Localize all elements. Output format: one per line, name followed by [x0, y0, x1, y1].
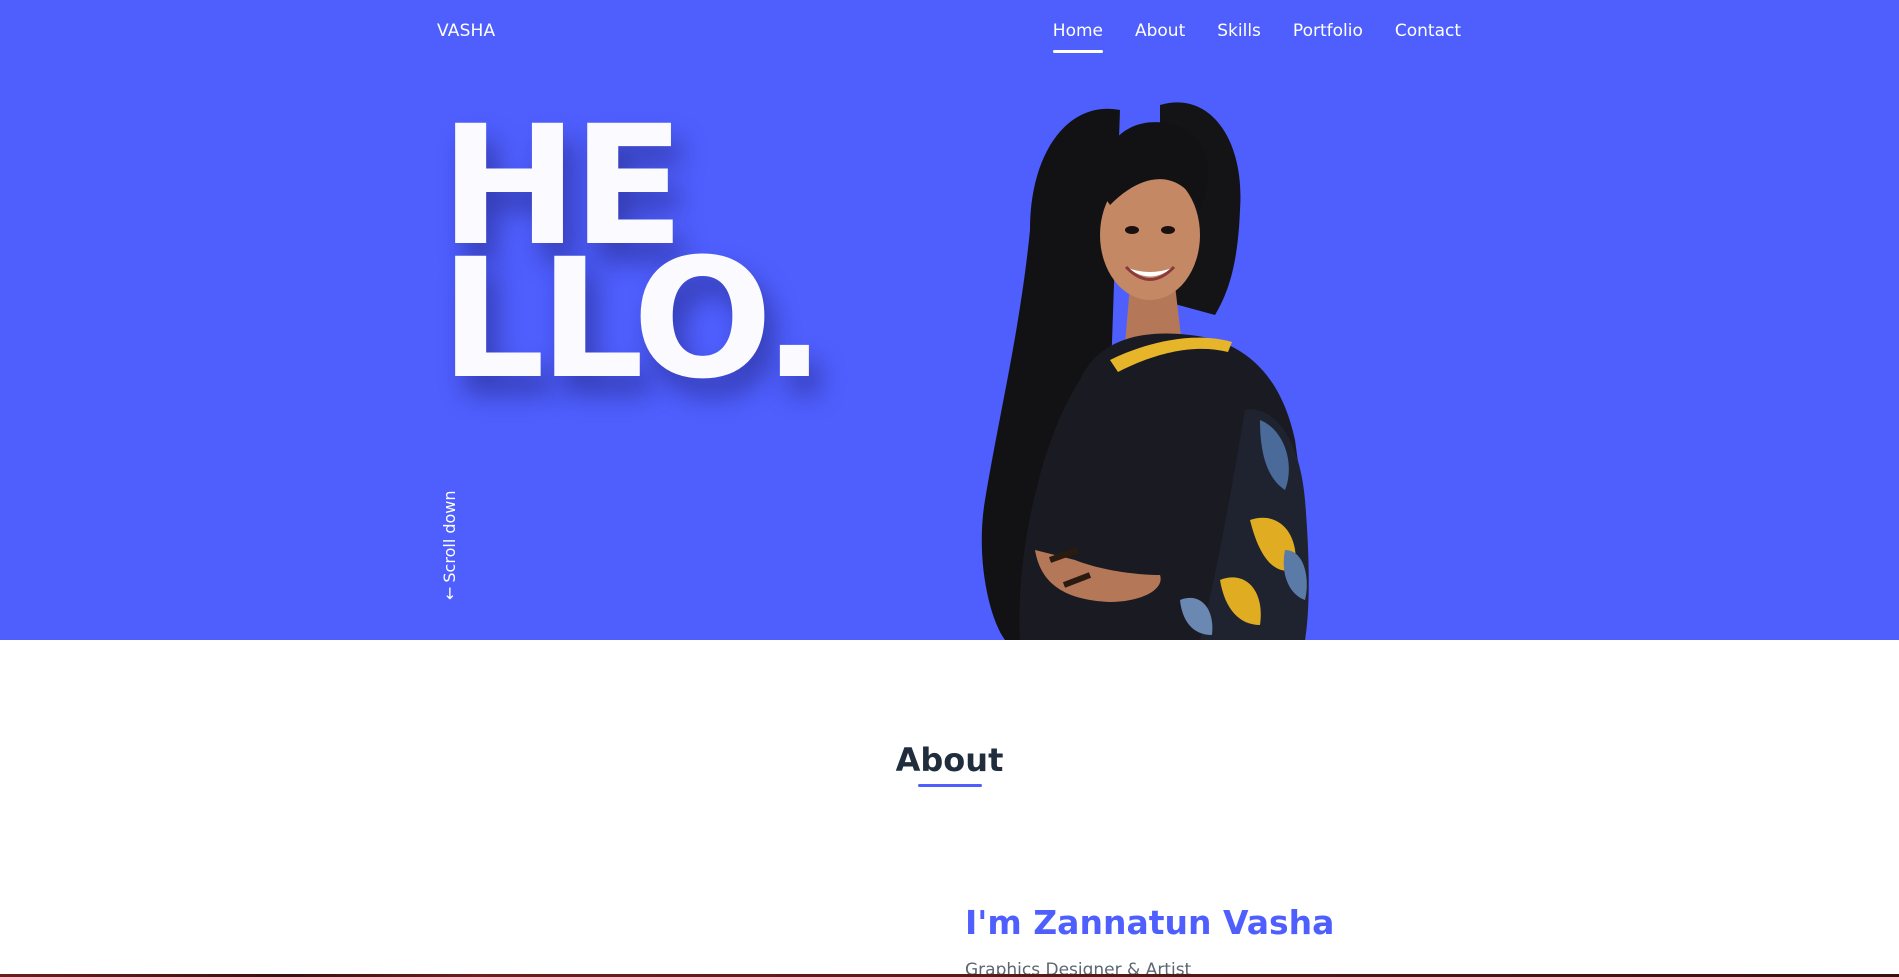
hero-section: VASHA Home About Skills Portfolio Contac… — [0, 0, 1899, 640]
nav-home[interactable]: Home — [1052, 21, 1104, 53]
hero-heading-line-2: LLO. — [440, 223, 826, 415]
about-heading: About — [895, 741, 1004, 779]
about-heading-underline — [918, 784, 982, 787]
profile-photo — [981, 102, 1309, 640]
nav-about[interactable]: About — [1135, 21, 1185, 41]
nav-contact[interactable]: Contact — [1395, 21, 1461, 41]
nav-portfolio[interactable]: Portfolio — [1293, 21, 1363, 41]
scroll-down-label: Scroll down — [440, 490, 459, 583]
nav-skills[interactable]: Skills — [1217, 21, 1261, 41]
scroll-down-link[interactable]: ← Scroll down — [440, 490, 459, 600]
hero-heading: HE LLO. — [440, 104, 826, 415]
about-name-heading: I'm Zannatun Vasha — [965, 903, 1335, 942]
main-nav: Home About Skills Portfolio Contact — [1021, 21, 1461, 53]
arrow-down-icon: ← — [440, 586, 459, 600]
site-logo[interactable]: VASHA — [437, 21, 495, 41]
